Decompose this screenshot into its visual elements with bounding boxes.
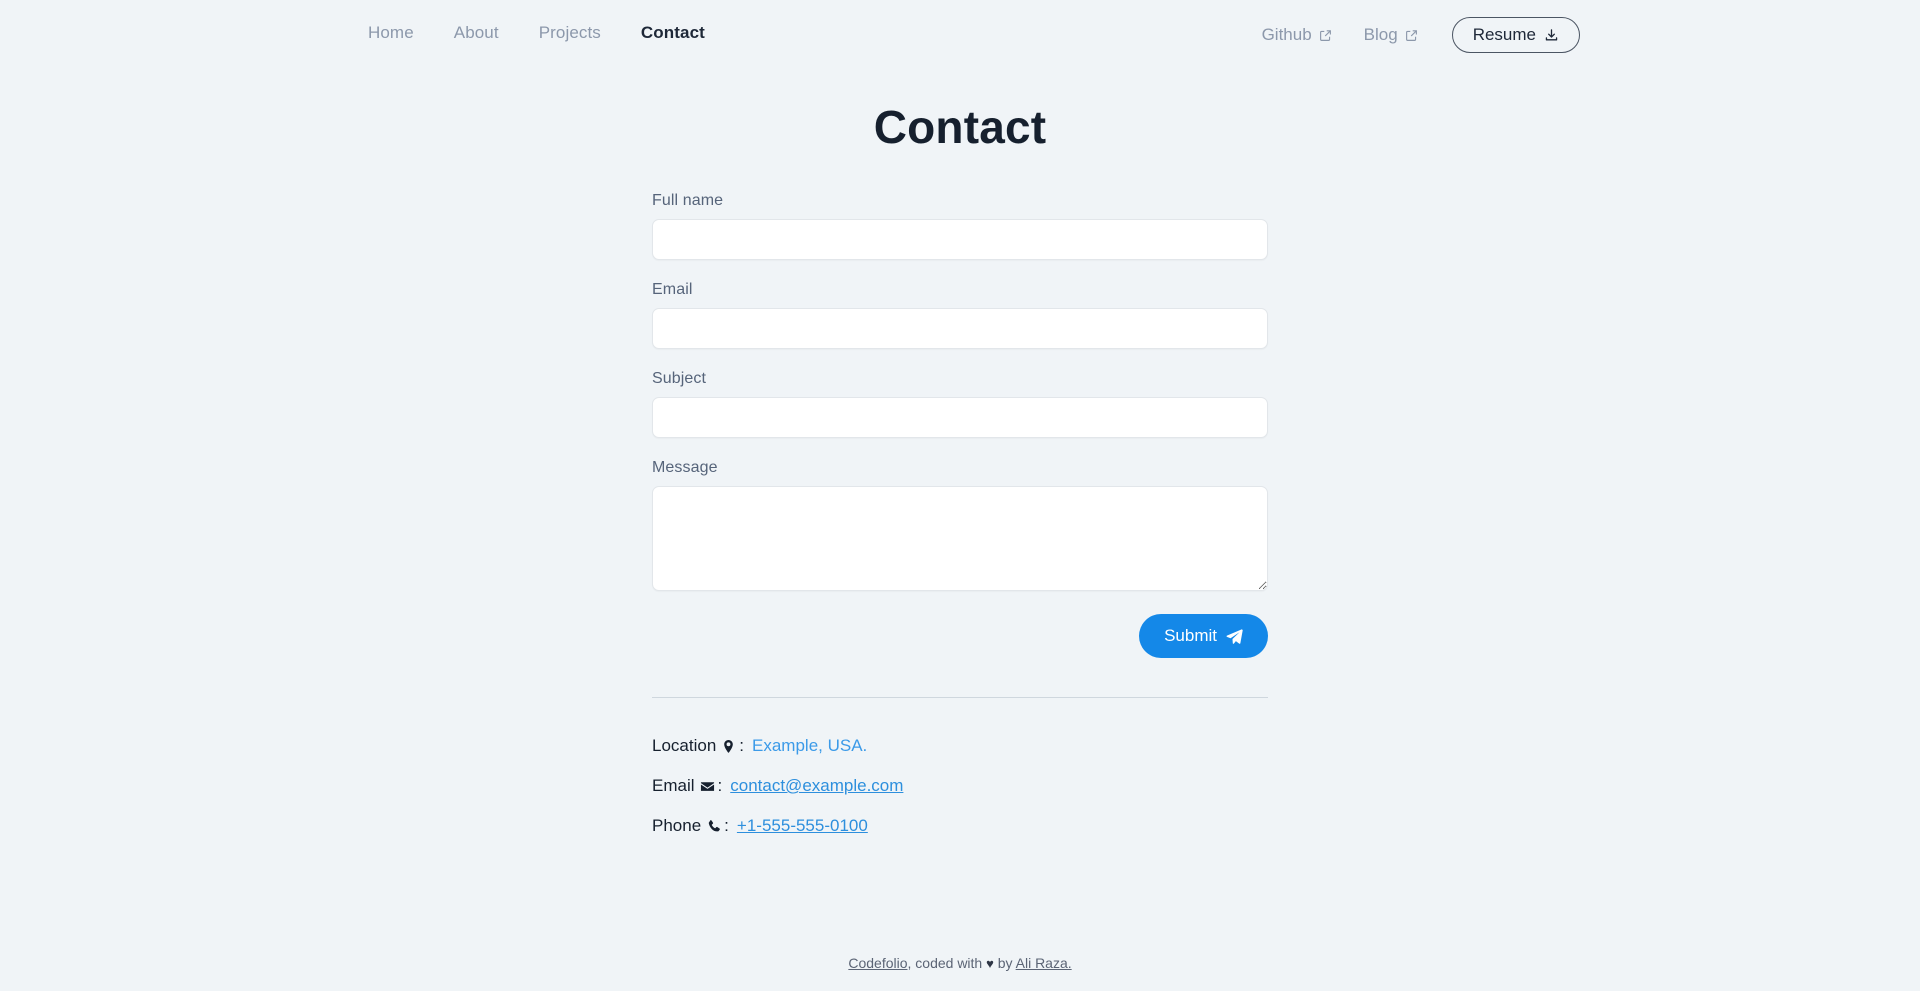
location-label: Location xyxy=(652,736,717,755)
field-message: Message xyxy=(652,459,1268,591)
footer-brand-link[interactable]: Codefolio xyxy=(848,955,907,971)
nav-item-github[interactable]: Github xyxy=(1246,19,1348,51)
envelope-icon xyxy=(700,778,717,795)
submit-row: Submit xyxy=(652,614,1268,658)
heart-icon: ♥ xyxy=(986,956,994,971)
nav-item-blog-label: Blog xyxy=(1363,25,1398,44)
top-navigation-bar: Home About Projects Contact Github Blog xyxy=(0,0,1920,66)
paper-plane-icon xyxy=(1226,628,1243,645)
nav-item-about[interactable]: About xyxy=(434,22,519,44)
phone-icon xyxy=(706,818,723,835)
full-name-input[interactable] xyxy=(652,219,1268,260)
nav-item-contact[interactable]: Contact xyxy=(621,22,725,44)
subject-label: Subject xyxy=(652,370,707,387)
footer-by-text: by xyxy=(993,955,1016,971)
phone-info-label: Phone xyxy=(652,816,702,835)
nav-item-home[interactable]: Home xyxy=(348,22,434,44)
phone-value[interactable]: +1-555-555-0100 xyxy=(737,815,868,837)
footer-author-link[interactable]: Ali Raza. xyxy=(1016,955,1072,971)
submit-button[interactable]: Submit xyxy=(1139,614,1268,658)
contact-form: Full name Email Subject Message Submit xyxy=(652,192,1268,658)
nav-secondary-links: Github Blog Resume xyxy=(1246,17,1580,53)
submit-button-label: Submit xyxy=(1164,626,1217,645)
field-subject: Subject xyxy=(652,370,1268,438)
download-icon xyxy=(1544,28,1559,43)
phone-separator: : xyxy=(724,816,729,835)
email-label: Email xyxy=(652,281,693,298)
nav-item-projects[interactable]: Projects xyxy=(519,22,621,44)
nav-item-github-label: Github xyxy=(1261,25,1312,44)
full-name-label: Full name xyxy=(652,192,724,209)
section-divider xyxy=(652,697,1268,698)
subject-input[interactable] xyxy=(652,397,1268,438)
message-label: Message xyxy=(652,459,718,476)
footer-mid-text: , coded with xyxy=(907,955,987,971)
nav-primary-links: Home About Projects Contact xyxy=(348,22,725,44)
map-pin-icon xyxy=(721,738,738,755)
location-separator: : xyxy=(739,736,745,755)
external-link-icon xyxy=(1319,29,1332,42)
email-info-label: Email xyxy=(652,776,695,795)
email-value[interactable]: contact@example.com xyxy=(730,775,903,797)
contact-detail-phone: Phone : +1-555-555-0100 xyxy=(652,815,1352,837)
contact-detail-email: Email : contact@example.com xyxy=(652,775,1352,797)
external-link-icon xyxy=(1405,29,1418,42)
field-email: Email xyxy=(652,281,1268,349)
message-textarea[interactable] xyxy=(652,486,1268,591)
contact-detail-location: Location : Example, USA. xyxy=(652,735,1352,757)
nav-item-blog[interactable]: Blog xyxy=(1348,19,1434,51)
email-input[interactable] xyxy=(652,308,1268,349)
field-full-name: Full name xyxy=(652,192,1268,260)
email-separator: : xyxy=(717,776,723,795)
resume-download-button[interactable]: Resume xyxy=(1451,17,1580,53)
page-footer: Codefolio, coded with ♥ by Ali Raza. xyxy=(0,954,1920,973)
resume-button-label: Resume xyxy=(1472,25,1536,44)
contact-details-list: Location : Example, USA. Email : contact… xyxy=(652,735,1352,855)
location-value[interactable]: Example, USA. xyxy=(752,735,867,757)
page-title: Contact xyxy=(873,101,1047,153)
